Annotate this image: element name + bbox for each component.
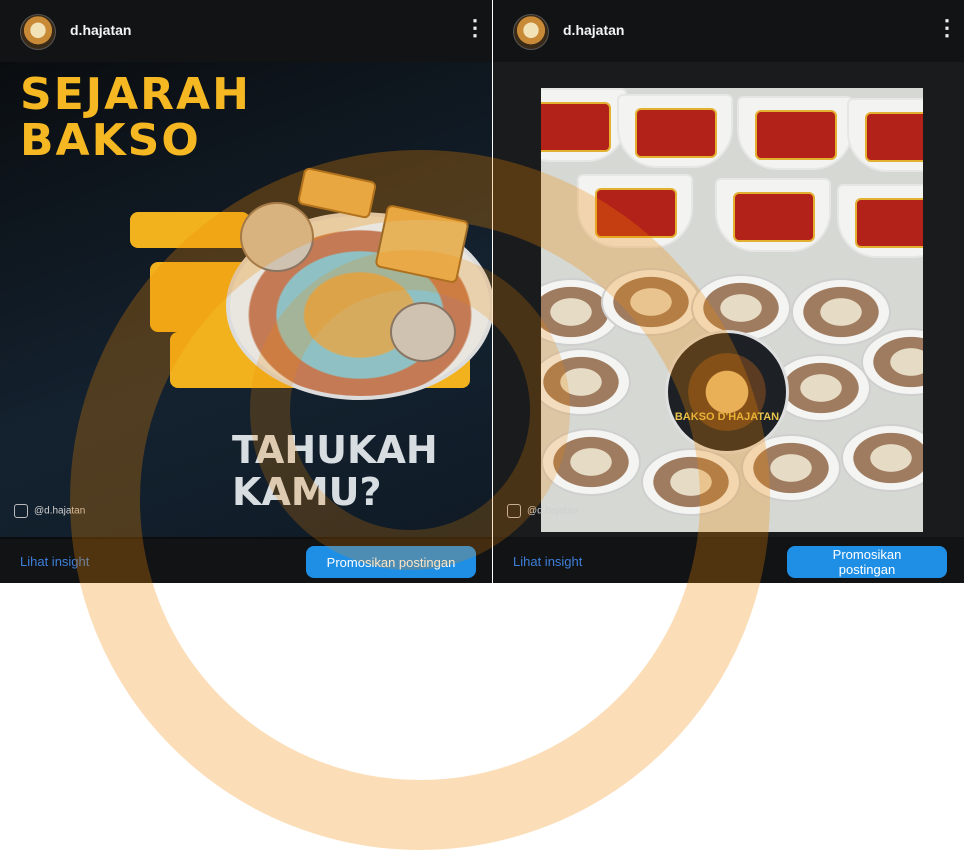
bakso-tray xyxy=(541,428,641,496)
post-header: d.hajatan ⋮ xyxy=(493,0,964,62)
cup-label xyxy=(635,108,717,158)
cracker-illustration xyxy=(296,166,378,220)
meatball-illustration xyxy=(240,202,314,272)
post-image[interactable]: BAKSO D'HAJATAN xyxy=(493,62,964,537)
handle-text: @d.hajatan xyxy=(527,505,579,517)
bakso-cup xyxy=(617,94,733,168)
bakso-tray xyxy=(641,448,741,516)
subheadline-line-2: KAMU? xyxy=(232,470,382,514)
meatball-illustration xyxy=(390,302,456,362)
cup-label xyxy=(541,102,611,152)
bakso-tray xyxy=(791,278,891,346)
bakso-cup xyxy=(837,184,923,258)
instagram-icon xyxy=(14,504,28,518)
bakso-cup xyxy=(847,98,923,172)
avatar[interactable] xyxy=(513,14,549,50)
bakso-cup xyxy=(737,96,853,170)
headline-line-1: SEJARAH xyxy=(20,69,251,120)
post-panel-left: d.hajatan ⋮ SEJARAH BAKSO TAHUKAH KAMU? … xyxy=(0,0,492,583)
post-panel-right: d.hajatan ⋮ BAKSO D'HAJATAN @d.hajatan L… xyxy=(493,0,964,583)
headline-line-2: BAKSO xyxy=(20,115,201,166)
promote-post-button[interactable]: Promosikan postingan xyxy=(306,546,476,578)
username[interactable]: d.hajatan xyxy=(563,22,624,38)
avatar[interactable] xyxy=(20,14,56,50)
cup-label xyxy=(733,192,815,242)
bakso-tray xyxy=(841,424,923,492)
cup-label xyxy=(865,112,923,162)
username[interactable]: d.hajatan xyxy=(70,22,131,38)
sticker-text: BAKSO D'HAJATAN xyxy=(674,411,780,423)
cup-label xyxy=(595,188,677,238)
more-options-icon[interactable]: ⋮ xyxy=(936,17,958,40)
instagram-handle: @d.hajatan xyxy=(14,504,85,518)
post-footer: Lihat insight Promosikan postingan xyxy=(493,539,964,583)
post-header: d.hajatan ⋮ xyxy=(0,0,492,62)
post-image[interactable]: SEJARAH BAKSO TAHUKAH KAMU? xyxy=(0,62,492,537)
handle-text: @d.hajatan xyxy=(34,505,86,517)
view-insight-link[interactable]: Lihat insight xyxy=(513,554,582,569)
brush-stroke xyxy=(130,212,250,248)
instagram-handle: @d.hajatan xyxy=(507,504,578,518)
instagram-icon xyxy=(507,504,521,518)
more-options-icon[interactable]: ⋮ xyxy=(464,17,486,40)
cup-label xyxy=(855,198,923,248)
cup-label xyxy=(755,110,837,160)
post-footer: Lihat insight Promosikan postingan xyxy=(0,539,492,583)
promote-post-button[interactable]: Promosikan postingan xyxy=(787,546,947,578)
bakso-tray xyxy=(541,348,631,416)
bakso-cups-photo: BAKSO D'HAJATAN xyxy=(541,88,923,532)
view-insight-link[interactable]: Lihat insight xyxy=(20,554,89,569)
bakso-cup xyxy=(715,178,831,252)
bakso-cup xyxy=(541,88,627,162)
subheadline-line-1: TAHUKAH xyxy=(232,428,438,472)
bakso-tray xyxy=(601,268,701,336)
bakso-cup xyxy=(577,174,693,248)
bakso-dhajatan-sticker: BAKSO D'HAJATAN xyxy=(665,330,789,454)
